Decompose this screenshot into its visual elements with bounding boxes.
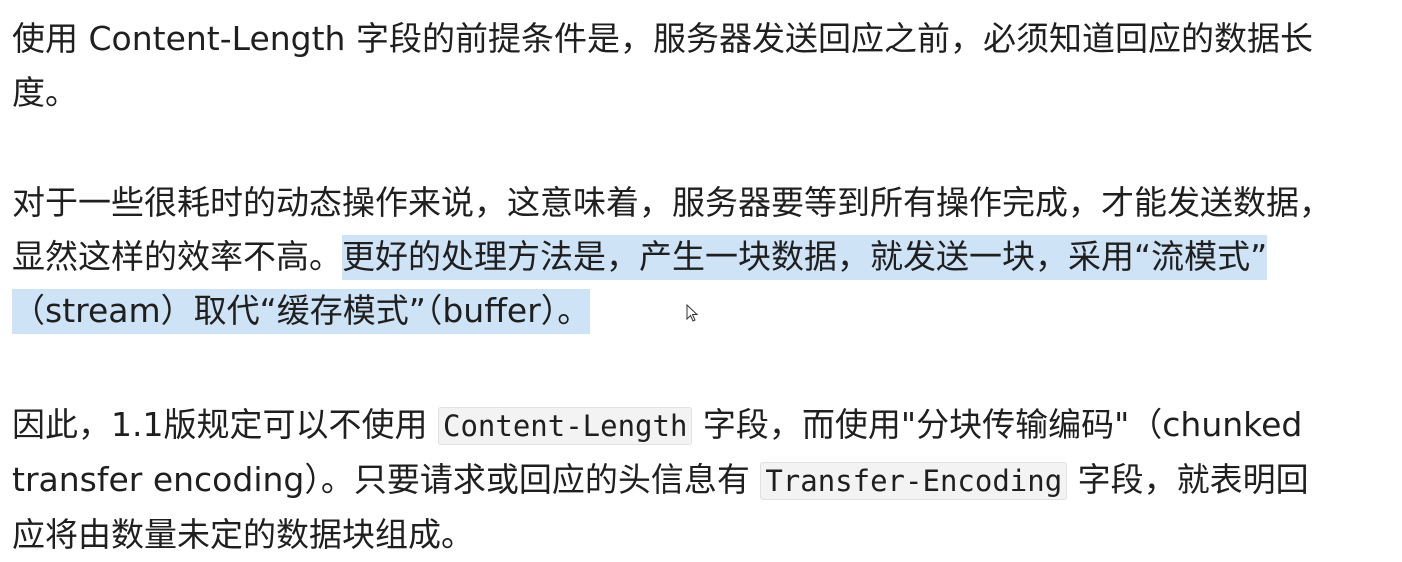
paragraph-content-length: 使用 Content-Length 字段的前提条件是，服务器发送回应之前，必须知… — [12, 12, 1382, 120]
paragraph-streaming: 对于一些很耗时的动态操作来说，这意味着，服务器要等到所有操作完成，才能发送数据，… — [12, 176, 1397, 338]
paragraph-line: 显然这样的效率不高。更好的处理方法是，产生一块数据，就发送一块，采用“流模式” — [12, 230, 1397, 284]
paragraph-line: 使用 Content-Length 字段的前提条件是，服务器发送回应之前，必须知… — [12, 19, 1313, 58]
selected-text[interactable]: 更好的处理方法是，产生一块数据，就发送一块，采用“流模式” — [342, 235, 1268, 280]
paragraph-line: transfer encoding）。只要请求或回应的头信息有 Transfer… — [12, 453, 1397, 508]
mouse-pointer-icon — [686, 304, 698, 322]
inline-code: Content-Length — [437, 407, 693, 445]
inline-code: Transfer-Encoding — [760, 462, 1068, 500]
paragraph-line: 因此，1.1版规定可以不使用 Content-Length 字段，而使用"分块传… — [12, 398, 1397, 453]
plain-text: 因此，1.1版规定可以不使用 — [12, 405, 438, 444]
paragraph-line: 对于一些很耗时的动态操作来说，这意味着，服务器要等到所有操作完成，才能发送数据， — [12, 183, 1332, 222]
paragraph-line: 应将由数量未定的数据块组成。 — [12, 515, 474, 554]
selected-text[interactable]: （stream）取代“缓存模式”（buffer）。 — [12, 289, 591, 334]
paragraph-line: （stream）取代“缓存模式”（buffer）。 — [12, 284, 1397, 338]
plain-text: 显然这样的效率不高。 — [12, 237, 342, 276]
plain-text: 字段，而使用"分块传输编码"（chunked — [692, 405, 1303, 444]
paragraph-chunked-encoding: 因此，1.1版规定可以不使用 Content-Length 字段，而使用"分块传… — [12, 398, 1397, 562]
paragraph-line: 度。 — [12, 73, 78, 112]
plain-text: 字段，就表明回 — [1067, 460, 1309, 499]
plain-text: transfer encoding）。只要请求或回应的头信息有 — [12, 460, 761, 499]
